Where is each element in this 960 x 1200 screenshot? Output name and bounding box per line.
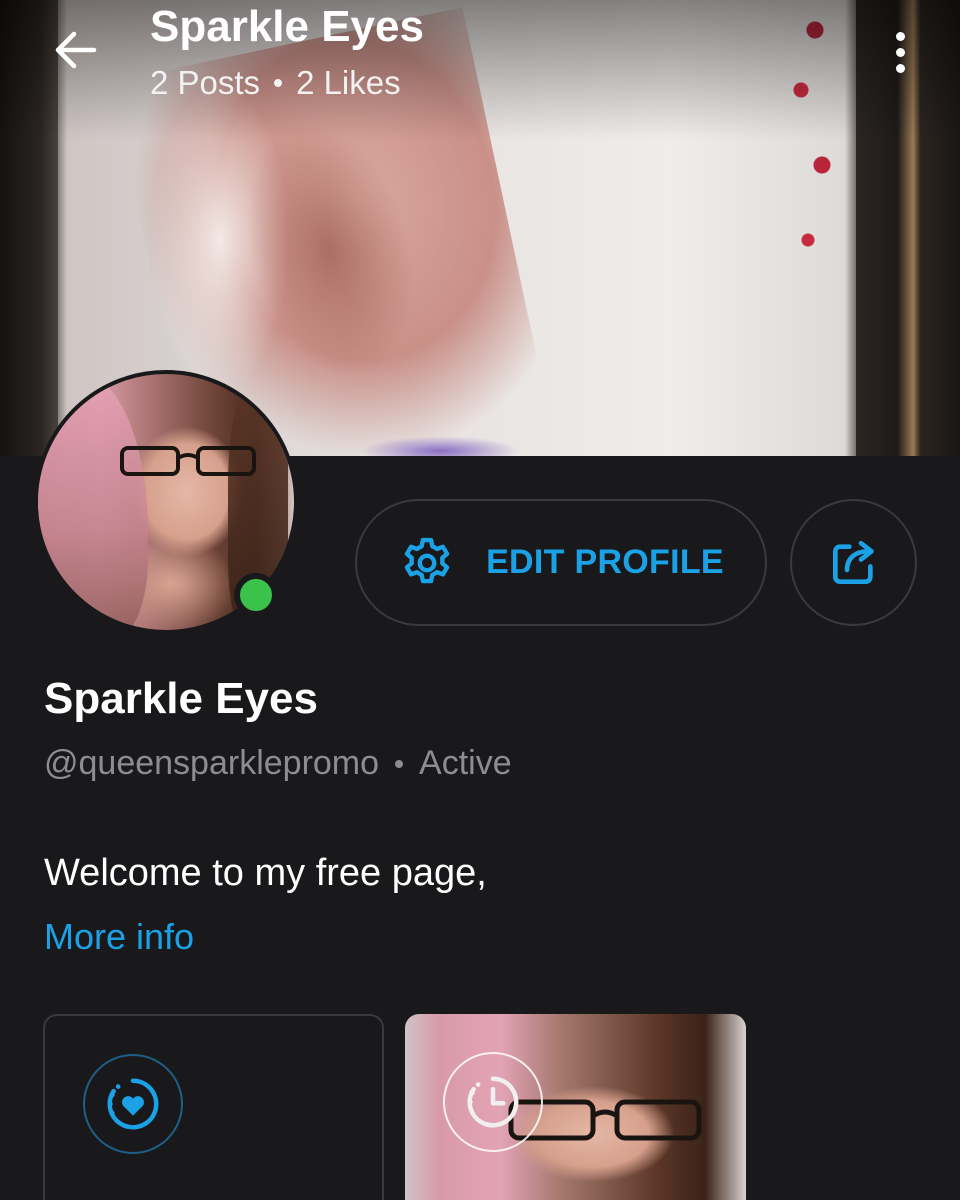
edit-profile-button[interactable]: EDIT PROFILE	[355, 499, 767, 626]
back-button[interactable]	[48, 22, 104, 78]
story-card-add[interactable]	[43, 1014, 384, 1200]
more-options-button[interactable]	[880, 26, 920, 78]
online-status-indicator	[234, 573, 278, 617]
back-arrow-icon	[55, 31, 97, 69]
edit-profile-label: EDIT PROFILE	[486, 543, 724, 581]
clock-story-icon	[467, 1076, 519, 1128]
gear-icon	[404, 537, 450, 583]
story-view-button[interactable]	[443, 1052, 543, 1152]
header-title: Sparkle Eyes	[150, 2, 424, 51]
share-button[interactable]	[790, 499, 917, 626]
status-text: Active	[419, 744, 512, 782]
share-icon	[832, 540, 874, 584]
header-stats: 2 Posts 2 Likes	[150, 64, 401, 102]
story-card[interactable]	[405, 1014, 746, 1200]
bio-text: Welcome to my free page,	[44, 852, 487, 894]
heart-story-icon	[107, 1078, 159, 1130]
profile-meta: @queensparklepromo Active	[44, 744, 512, 783]
profile-name: Sparkle Eyes	[44, 674, 318, 723]
separator-dot	[274, 79, 283, 87]
more-info-link[interactable]: More info	[44, 916, 194, 958]
posts-count: 2 Posts	[150, 64, 261, 101]
more-vertical-icon	[895, 31, 905, 41]
profile-handle: @queensparklepromo	[44, 744, 380, 782]
separator-dot	[395, 759, 404, 768]
story-add-button[interactable]	[83, 1054, 183, 1154]
likes-count: 2 Likes	[296, 64, 401, 101]
